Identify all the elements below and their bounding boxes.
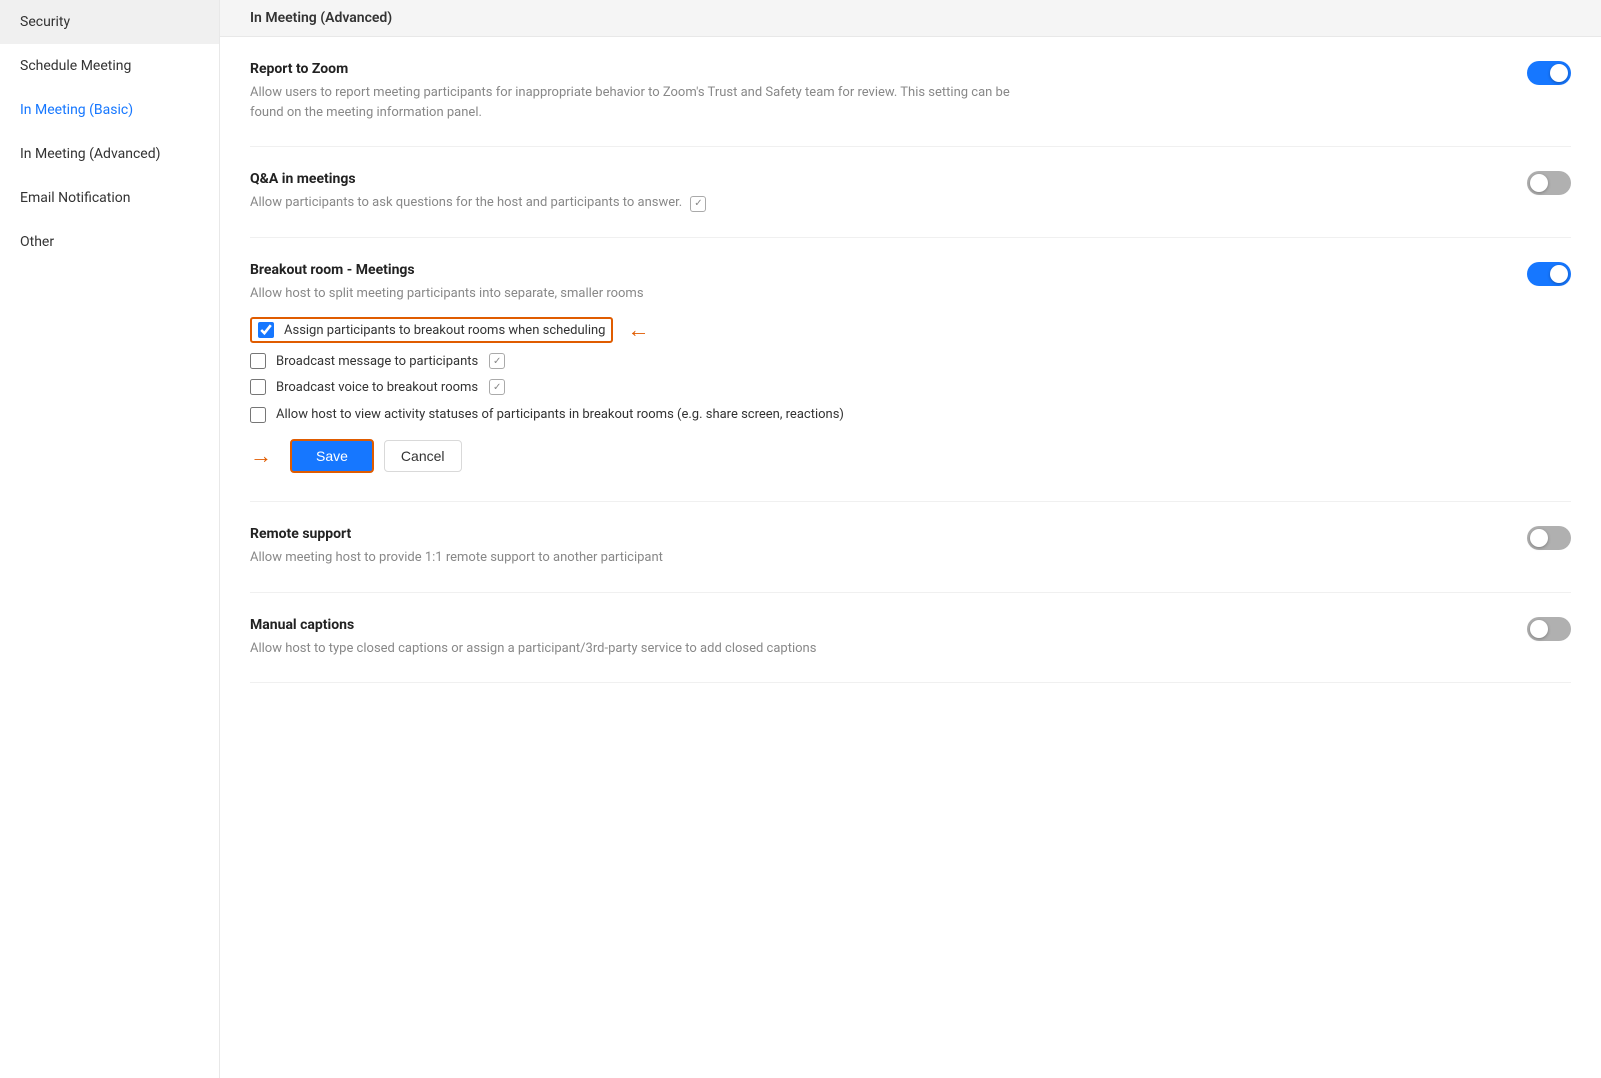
sidebar-item-security[interactable]: Security [0,0,219,44]
checkbox-item-broadcast-voice: Broadcast voice to breakout rooms ✓ [250,379,1507,395]
info-icon[interactable]: ✓ [489,353,505,369]
main-content: In Meeting (Advanced) Report to Zoom All… [220,0,1601,1078]
setting-desc: Allow host to type closed captions or as… [250,639,816,659]
sidebar-item-in-meeting-basic[interactable]: In Meeting (Basic) [0,88,219,132]
toggle-remote-support[interactable] [1527,526,1571,550]
setting-title: Manual captions [250,617,816,633]
toggle-qa-meetings[interactable] [1527,171,1571,195]
sidebar-item-schedule-meeting[interactable]: Schedule Meeting [0,44,219,88]
setting-desc: Allow users to report meeting participan… [250,83,1030,122]
toggle-breakout-room[interactable] [1527,262,1571,286]
sidebar-item-label: Other [20,234,54,250]
checkbox-assign-highlight: Assign participants to breakout rooms wh… [250,317,613,343]
setting-desc: Allow meeting host to provide 1:1 remote… [250,548,663,568]
checkbox-broadcast-message[interactable] [250,353,266,369]
setting-breakout-room: Breakout room - Meetings Allow host to s… [250,238,1571,503]
sidebar-item-label: Email Notification [20,190,131,206]
save-arrow-icon: → [250,443,272,469]
setting-desc: Allow participants to ask questions for … [250,193,706,213]
settings-content: Report to Zoom Allow users to report mee… [220,37,1601,683]
checkbox-item-view-activity: Allow host to view activity statuses of … [250,405,1507,423]
setting-manual-captions: Manual captions Allow host to type close… [250,593,1571,684]
sidebar-item-email-notification[interactable]: Email Notification [0,176,219,220]
checkbox-label: Assign participants to breakout rooms wh… [284,323,605,338]
cancel-button[interactable]: Cancel [384,440,462,472]
setting-qa-meetings: Q&A in meetings Allow participants to as… [250,147,1571,238]
checkbox-broadcast-voice[interactable] [250,379,266,395]
info-icon[interactable]: ✓ [489,379,505,395]
checkbox-assign-participants[interactable] [258,322,274,338]
setting-title: Q&A in meetings [250,171,706,187]
sidebar-item-in-meeting-advanced[interactable]: In Meeting (Advanced) [0,132,219,176]
checkbox-item-broadcast-msg: Broadcast message to participants ✓ [250,353,1507,369]
setting-title: Breakout room - Meetings [250,262,1507,278]
sidebar-item-label: Schedule Meeting [20,58,131,74]
checkbox-group: Assign participants to breakout rooms wh… [250,317,1507,423]
section-header: In Meeting (Advanced) [220,0,1601,37]
checkbox-label: Broadcast message to participants ✓ [276,353,505,369]
setting-report-to-zoom: Report to Zoom Allow users to report mee… [250,37,1571,147]
save-button[interactable]: Save [290,439,374,473]
sidebar-item-other[interactable]: Other [0,220,219,264]
checkbox-label: Allow host to view activity statuses of … [276,407,844,422]
setting-desc: Allow host to split meeting participants… [250,284,1030,304]
sidebar-item-label: In Meeting (Basic) [20,102,133,118]
setting-remote-support: Remote support Allow meeting host to pro… [250,502,1571,593]
checkbox-item-assign: Assign participants to breakout rooms wh… [250,317,1507,343]
arrow-right-icon: ← [627,317,649,343]
setting-title: Report to Zoom [250,61,1030,77]
toggle-manual-captions[interactable] [1527,617,1571,641]
sidebar: Security Schedule Meeting In Meeting (Ba… [0,0,220,1078]
info-icon[interactable]: ✓ [690,196,706,212]
checkbox-view-activity[interactable] [250,407,266,423]
checkbox-label: Broadcast voice to breakout rooms ✓ [276,379,505,395]
toggle-report-to-zoom[interactable] [1527,61,1571,85]
setting-title: Remote support [250,526,663,542]
sidebar-item-label: In Meeting (Advanced) [20,146,161,162]
button-row: → Save Cancel [250,439,1507,473]
section-header-text: In Meeting (Advanced) [250,10,392,26]
sidebar-item-label: Security [20,14,70,30]
